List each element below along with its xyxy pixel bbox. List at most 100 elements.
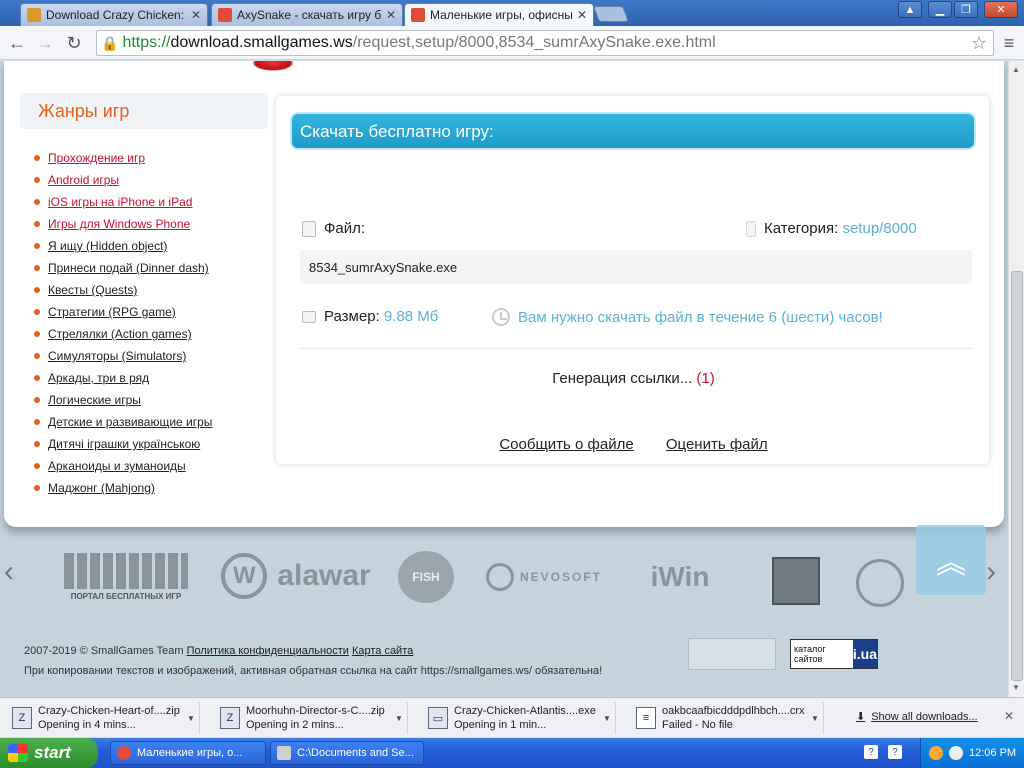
chrome-icon bbox=[117, 746, 131, 760]
download-item[interactable]: Z Crazy-Chicken-Heart-of....zip Opening i… bbox=[4, 702, 200, 734]
copy-notice: При копировании текстов и изображений, а… bbox=[24, 665, 603, 677]
scroll-down-icon[interactable]: ▼ bbox=[1012, 683, 1020, 692]
bullet-icon bbox=[34, 177, 40, 183]
close-icon[interactable]: ✕ bbox=[191, 8, 201, 22]
task-label: Маленькие игры, о... bbox=[137, 747, 243, 759]
genre-link[interactable]: Дитячі іграшки українською bbox=[48, 437, 200, 451]
taskbar-item-explorer[interactable]: C:\Documents and Se... bbox=[270, 741, 424, 765]
genre-link[interactable]: Стрелялки (Action games) bbox=[48, 327, 192, 341]
genre-link[interactable]: Android игры bbox=[48, 173, 119, 187]
bullet-icon bbox=[34, 199, 40, 205]
genre-link[interactable]: Квесты (Quests) bbox=[48, 283, 137, 297]
reload-button[interactable]: ↻ bbox=[63, 32, 85, 54]
show-all-downloads-link[interactable]: ⬇ Show all downloads... bbox=[856, 710, 978, 723]
page-scrollbar[interactable]: ▲ ▼ bbox=[1008, 61, 1024, 697]
genre-link[interactable]: Стратегии (RPG game) bbox=[48, 305, 176, 319]
user-icon[interactable]: ▲ bbox=[898, 1, 922, 18]
download-name: oakbcaafbicdddpdlhbch....crx bbox=[662, 705, 805, 717]
genre-link[interactable]: Логические игры bbox=[48, 393, 141, 407]
download-name: Crazy-Chicken-Atlantis....exe bbox=[454, 705, 596, 717]
time-limit-notice: Вам нужно скачать файл в течение 6 (шест… bbox=[518, 308, 883, 326]
genre-item: iOS игры на iPhone и iPad bbox=[34, 191, 268, 213]
genre-item: Арканоиды и зуманоиды bbox=[34, 455, 268, 477]
close-icon[interactable]: ✕ bbox=[386, 8, 396, 22]
genre-item: Квесты (Quests) bbox=[34, 279, 268, 301]
taskbar-item-browser[interactable]: Маленькие игры, о... bbox=[110, 741, 266, 765]
scroll-to-top-button[interactable]: ︽ bbox=[916, 525, 986, 595]
scroll-up-icon[interactable]: ▲ bbox=[1012, 65, 1020, 74]
tab-smallgames[interactable]: Маленькие игры, офисные ✕ bbox=[404, 3, 594, 26]
bullet-icon bbox=[34, 331, 40, 337]
download-card: Скачать бесплатно игру: Файл: Категория:… bbox=[275, 95, 990, 465]
partner-logo-games[interactable] bbox=[856, 559, 904, 607]
chevron-down-icon[interactable]: ▼ bbox=[187, 714, 199, 723]
partner-name: NEVOSOFT bbox=[519, 570, 602, 584]
zip-file-icon: Z bbox=[220, 707, 240, 729]
show-all-label: Show all downloads... bbox=[871, 711, 978, 723]
search-icon[interactable] bbox=[929, 746, 943, 760]
alawar-mark-icon: W bbox=[221, 553, 268, 599]
catalog-badge[interactable]: каталог сайтов i.ua bbox=[790, 639, 878, 669]
chevron-down-icon[interactable]: ▼ bbox=[395, 714, 407, 723]
carousel-next-icon[interactable]: › bbox=[986, 555, 996, 589]
window-close-button[interactable]: ✕ bbox=[984, 1, 1018, 18]
close-icon[interactable]: ✕ bbox=[577, 8, 587, 22]
maximize-button[interactable]: ❐ bbox=[954, 1, 978, 18]
help-icon[interactable]: ? bbox=[864, 745, 878, 759]
genre-link[interactable]: Аркады, три в ряд bbox=[48, 371, 149, 385]
forward-button[interactable]: → bbox=[34, 32, 56, 54]
privacy-policy-link[interactable]: Политика конфиденциальности bbox=[187, 645, 349, 657]
category-link[interactable]: setup/8000 bbox=[842, 220, 916, 237]
download-item[interactable]: ▭ Crazy-Chicken-Atlantis....exe Opening i… bbox=[420, 702, 616, 734]
chevron-down-icon[interactable]: ▼ bbox=[811, 714, 823, 723]
partner-logo-iwin[interactable]: iWin bbox=[630, 555, 730, 599]
partner-logo-castle[interactable] bbox=[772, 557, 820, 605]
bullet-icon bbox=[34, 397, 40, 403]
genre-item: Прохождение игр bbox=[34, 147, 268, 169]
lock-icon: 🔒 bbox=[101, 34, 119, 51]
speaker-icon[interactable] bbox=[949, 746, 963, 760]
back-button[interactable]: ← bbox=[6, 32, 28, 54]
task-label: C:\Documents and Se... bbox=[297, 747, 414, 759]
genre-link[interactable]: Прохождение игр bbox=[48, 151, 145, 165]
genre-link[interactable]: Детские и развивающие игры bbox=[48, 415, 212, 429]
genre-link[interactable]: Игры для Windows Phone bbox=[48, 217, 190, 231]
page-viewport: Жанры игр Прохождение игр Android игры iOS… bbox=[0, 61, 1008, 697]
genre-link[interactable]: iOS игры на iPhone и iPad bbox=[48, 195, 192, 209]
genre-link[interactable]: Принеси подай (Dinner dash) bbox=[48, 261, 209, 275]
genre-item: Маджонг (Mahjong) bbox=[34, 477, 268, 499]
start-button[interactable]: start bbox=[0, 738, 98, 768]
bullet-icon bbox=[34, 375, 40, 381]
help-icon[interactable]: ? bbox=[888, 745, 902, 759]
new-tab-button[interactable] bbox=[593, 6, 629, 22]
file-label: Файл: bbox=[324, 220, 366, 237]
genre-link[interactable]: Арканоиды и зуманоиды bbox=[48, 459, 186, 473]
minimize-button[interactable]: ▁ bbox=[928, 1, 952, 18]
download-item[interactable]: ≡ oakbcaafbicdddpdlhbch....crx Failed - N… bbox=[628, 702, 824, 734]
genre-link[interactable]: Я ищу (Hidden object) bbox=[48, 239, 167, 253]
carousel-prev-icon[interactable]: ‹ bbox=[4, 555, 14, 589]
report-file-link[interactable]: Сообщить о файле bbox=[499, 436, 633, 453]
partner-logo-portal[interactable]: ПОРТАЛ БЕСПЛАТНЫХ ИГР bbox=[62, 545, 190, 609]
rate-file-link[interactable]: Оценить файл bbox=[666, 436, 768, 453]
bookmark-star-icon[interactable]: ☆ bbox=[971, 33, 987, 54]
genre-link[interactable]: Симуляторы (Simulators) bbox=[48, 349, 186, 363]
taskbar: start Маленькие игры, о... C:\Documents … bbox=[0, 738, 1024, 768]
partner-logo-nevosoft[interactable]: NEVOSOFT bbox=[482, 557, 606, 597]
download-name: Moorhuhn-Director-s-C....zip bbox=[246, 705, 385, 717]
chevron-down-icon[interactable]: ▼ bbox=[603, 714, 615, 723]
scrollbar-thumb[interactable] bbox=[1011, 271, 1023, 681]
sidebar-title: Жанры игр bbox=[20, 93, 268, 129]
size-icon bbox=[302, 310, 316, 323]
sitemap-link[interactable]: Карта сайта bbox=[352, 645, 413, 657]
close-icon[interactable]: ✕ bbox=[1004, 709, 1014, 723]
tab-axysnake[interactable]: AxySnake - скачать игру б ✕ bbox=[211, 3, 403, 26]
menu-icon[interactable]: ≡ bbox=[998, 32, 1020, 54]
partner-logo-bigfish[interactable]: FISH bbox=[398, 551, 454, 603]
partner-logo-alawar[interactable]: W alawar bbox=[212, 553, 380, 599]
tab-crazy-chicken[interactable]: Download Crazy Chicken: He ✕ bbox=[20, 3, 208, 26]
address-bar[interactable]: 🔒 https:// download.smallgames.ws /reque… bbox=[96, 30, 994, 56]
genre-link[interactable]: Маджонг (Mahjong) bbox=[48, 481, 155, 495]
clock-icon bbox=[492, 308, 510, 326]
download-item[interactable]: Z Moorhuhn-Director-s-C....zip Opening in… bbox=[212, 702, 408, 734]
